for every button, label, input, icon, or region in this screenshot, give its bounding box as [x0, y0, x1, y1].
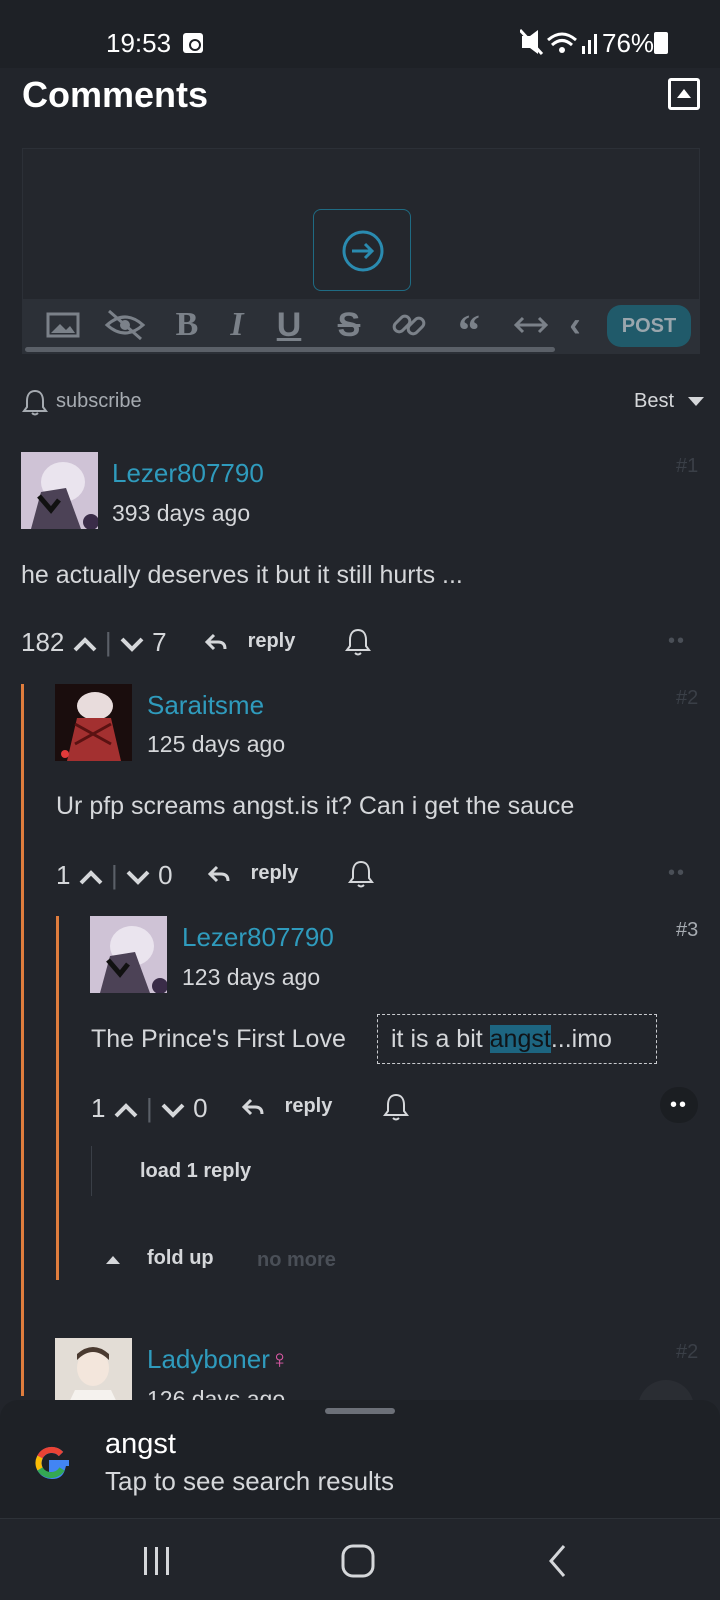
battery-icon [654, 32, 668, 54]
thread-line [56, 916, 59, 1280]
reply-icon [241, 1098, 264, 1115]
more-options-icon[interactable]: •• [668, 630, 686, 653]
vote-controls: 1 | 0 [56, 860, 173, 890]
drag-handle[interactable] [325, 1408, 395, 1414]
downvote-count: 0 [158, 860, 173, 890]
search-term[interactable]: angst [105, 1428, 176, 1461]
google-search-panel[interactable]: angst Tap to see search results [0, 1400, 720, 1518]
load-replies-button[interactable]: load 1 reply [140, 1160, 251, 1183]
navigation-bar [0, 1518, 720, 1600]
reply-label: reply [247, 630, 296, 652]
reply-label: reply [284, 1095, 333, 1117]
comment-text: Ur pfp screams angst.is it? Can i get th… [56, 792, 575, 820]
reply-button[interactable]: reply [241, 1095, 332, 1118]
page-title: Comments [22, 74, 209, 115]
subscribe-label: subscribe [56, 390, 142, 412]
avatar[interactable] [90, 916, 167, 993]
underline-icon[interactable]: U [267, 305, 311, 345]
comment-text-part: ...imo [550, 1025, 612, 1053]
comment-username[interactable]: Saraitsme [147, 690, 264, 721]
avatar[interactable] [21, 452, 98, 529]
username-text: Ladyboner [147, 1344, 270, 1374]
upvote-count: 182 [21, 627, 65, 657]
downvote-icon[interactable] [160, 1100, 186, 1120]
collapse-button[interactable] [668, 78, 700, 110]
comment-text-part: it is a bit [391, 1025, 490, 1053]
fold-up-button[interactable]: fold up [147, 1247, 214, 1270]
no-more-label: no more [257, 1249, 336, 1271]
spoiler-eye-slash-icon[interactable] [103, 305, 147, 345]
status-time: 19:53 [106, 28, 172, 58]
bold-icon[interactable]: B [165, 305, 209, 345]
search-hint: Tap to see search results [105, 1466, 395, 1496]
reply-button[interactable]: reply [204, 630, 295, 653]
quote-icon[interactable]: “ [447, 305, 491, 355]
login-button[interactable] [313, 209, 411, 291]
reply-thread-guide [91, 1146, 92, 1196]
comment-text: he actually deserves it but it still hur… [21, 561, 463, 589]
comment-age: 123 days ago [182, 964, 321, 990]
comment-username[interactable]: Lezer807790 [112, 458, 264, 489]
notify-bell-icon[interactable] [344, 627, 372, 657]
sort-dropdown[interactable]: Best [634, 390, 704, 413]
selected-word[interactable]: angst [489, 1025, 551, 1053]
comment-number: #2 [676, 1341, 699, 1363]
downvote-icon[interactable] [125, 867, 151, 887]
vote-controls: 182 | 7 [21, 627, 167, 657]
comment-text-title: The Prince's First Love [91, 1025, 346, 1053]
battery-percent: 76% [602, 28, 655, 58]
comment-username[interactable]: Lezer807790 [182, 922, 334, 953]
link-icon[interactable] [387, 305, 431, 345]
reply-icon [204, 633, 227, 650]
back-icon[interactable] [546, 1543, 570, 1579]
comment-username[interactable]: Ladyboner♀ [147, 1344, 289, 1375]
upvote-icon[interactable] [113, 1100, 139, 1120]
post-button[interactable]: POST [607, 305, 691, 347]
vote-controls: 1 | 0 [91, 1093, 208, 1123]
comment-age: 393 days ago [112, 500, 251, 526]
horizontal-expand-icon[interactable] [509, 305, 553, 345]
code-icon[interactable]: ‹ [563, 305, 587, 345]
strikethrough-icon[interactable]: S [327, 305, 371, 345]
downvote-count: 7 [152, 627, 167, 657]
reply-icon [207, 865, 230, 882]
reply-label: reply [250, 862, 299, 884]
status-bar: 19:53 76% [0, 0, 720, 68]
image-icon[interactable] [41, 305, 85, 345]
more-options-icon[interactable]: •• [668, 862, 686, 885]
downvote-icon[interactable] [119, 634, 145, 654]
recent-apps-icon[interactable] [140, 1545, 176, 1577]
chevron-down-icon [687, 397, 704, 407]
reply-button[interactable]: reply [207, 862, 298, 885]
caret-up-icon [106, 1256, 120, 1264]
home-icon[interactable] [340, 1543, 376, 1579]
calendar-notification-icon [183, 33, 203, 53]
thread-line [21, 684, 24, 1396]
upvote-count: 1 [56, 860, 71, 890]
upvote-count: 1 [91, 1093, 106, 1123]
toolbar-scrollbar[interactable] [25, 347, 555, 352]
comment-editor[interactable]: B I U S “ ‹ POST [22, 148, 700, 355]
comment-number: #3 [676, 919, 699, 941]
comment-text[interactable]: it is a bit angst...imo [391, 1025, 612, 1054]
female-icon: ♀ [269, 1344, 290, 1374]
notify-bell-icon[interactable] [347, 859, 375, 889]
notify-bell-icon[interactable] [382, 1092, 410, 1122]
italic-icon[interactable]: I [215, 305, 259, 345]
sort-label: Best [634, 390, 675, 412]
upvote-icon[interactable] [78, 867, 104, 887]
bell-icon [22, 389, 48, 416]
comment-number: #2 [676, 687, 699, 709]
google-logo-icon [35, 1446, 69, 1480]
editor-toolbar: B I U S “ ‹ POST [23, 299, 699, 355]
avatar[interactable] [55, 684, 132, 761]
more-options-icon[interactable]: •• [660, 1087, 698, 1123]
comment-number: #1 [676, 455, 699, 477]
upvote-icon[interactable] [72, 634, 98, 654]
downvote-count: 0 [193, 1093, 208, 1123]
login-icon [342, 230, 384, 272]
comment-age: 125 days ago [147, 731, 286, 757]
